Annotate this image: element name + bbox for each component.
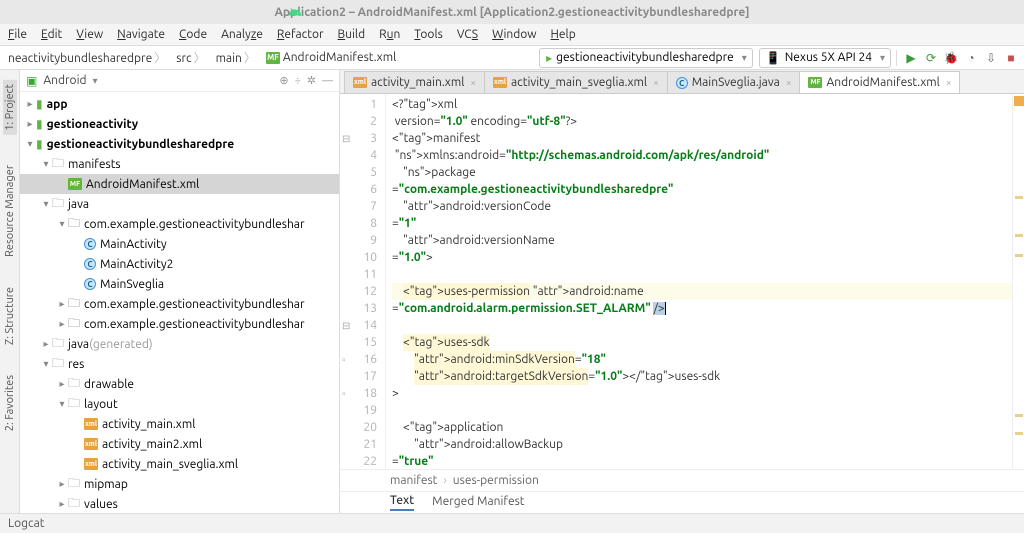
menu-analyze[interactable]: Analyze <box>221 28 263 41</box>
editor-tab-activity-main[interactable]: xmlactivity_main.xml× <box>344 71 485 93</box>
crumb-src[interactable]: src <box>172 49 209 66</box>
code-editor[interactable]: <?"tag">xml version="1.0" encoding="utf-… <box>386 94 1012 469</box>
tree-manifest-file[interactable]: MFAndroidManifest.xml <box>20 174 339 194</box>
run-config-icon: ▸ <box>546 51 552 65</box>
tree-drawable[interactable]: ▸🗀drawable <box>20 374 339 394</box>
menu-window[interactable]: Window <box>492 28 536 41</box>
tree-module-gabs[interactable]: ▾▮gestioneactivitybundlesharedpre <box>20 134 339 154</box>
menu-view[interactable]: View <box>76 28 103 41</box>
run-config-label: gestioneactivitybundlesharedpre <box>556 51 734 64</box>
view-dropdown-icon[interactable]: ▾ <box>93 75 98 87</box>
gutter-icon[interactable]: ▫ <box>342 351 346 368</box>
device-combo[interactable]: 📱 Nexus 5X API 24 <box>759 48 891 68</box>
crumb-main[interactable]: main <box>212 49 260 66</box>
crumb-module[interactable]: neactivitybundlesharedpre <box>4 49 170 66</box>
editor-tab-manifest[interactable]: MFAndroidManifest.xml× <box>799 71 960 93</box>
crumb-uses-permission[interactable]: uses-permission <box>453 474 539 487</box>
tool-tab-project[interactable]: 1: Project <box>3 80 17 135</box>
close-icon[interactable]: × <box>786 77 792 88</box>
settings-icon[interactable]: ✲ <box>307 74 316 87</box>
tree-java[interactable]: ▾🗀java <box>20 194 339 214</box>
select-opened-file-icon[interactable]: ⊕ <box>279 74 288 87</box>
collapse-all-icon[interactable]: ÷ <box>295 75 301 87</box>
project-tree[interactable]: ▸▮app ▸▮gestioneactivity ▾▮gestioneactiv… <box>20 92 339 513</box>
tree-pkg3[interactable]: ▸🗀com.example.gestioneactivitybundleshar <box>20 314 339 334</box>
tree-values[interactable]: ▸🗀values <box>20 494 339 513</box>
left-tool-gutter: 1: Project Resource Manager Z: Structure… <box>0 70 20 513</box>
editor-tab-activity-sveglia[interactable]: xmlactivity_main_sveglia.xml× <box>484 71 668 93</box>
gutter-icon[interactable]: ▫ <box>342 385 346 402</box>
editor-area: xmlactivity_main.xml× xmlactivity_main_s… <box>340 70 1024 513</box>
project-panel-header: ▣ Android ▾ ⊕ ÷ ✲ — <box>20 70 339 92</box>
tab-merged-manifest[interactable]: Merged Manifest <box>432 495 524 510</box>
close-icon[interactable]: × <box>653 77 659 88</box>
menu-navigate[interactable]: Navigate <box>117 28 165 41</box>
project-view-label[interactable]: Android <box>43 74 86 87</box>
close-icon[interactable]: × <box>946 77 952 88</box>
menu-refactor[interactable]: Refactor <box>277 28 324 41</box>
editor-tabs: xmlactivity_main.xml× xmlactivity_main_s… <box>340 70 1024 94</box>
menu-edit[interactable]: Edit <box>41 28 62 41</box>
attach-button[interactable]: ⇩ <box>982 49 1000 67</box>
tree-mipmap[interactable]: ▸🗀mipmap <box>20 474 339 494</box>
code-body: 1234567891011121314151617181920212223 ⊟ … <box>340 94 1024 469</box>
menu-help[interactable]: Help <box>551 28 576 41</box>
tree-layout-main[interactable]: xmlactivity_main.xml <box>20 414 339 434</box>
tree-module-app[interactable]: ▸▮app <box>20 94 339 114</box>
debug-button[interactable]: 🐞 <box>942 49 960 67</box>
profiler-button[interactable]: ◔ <box>962 49 980 67</box>
tab-text[interactable]: Text <box>390 494 414 511</box>
tool-tab-resource-manager[interactable]: Resource Manager <box>4 165 16 257</box>
android-icon <box>288 5 302 19</box>
tool-tab-logcat[interactable]: Logcat <box>8 517 44 530</box>
menu-run[interactable]: Run <box>379 28 400 41</box>
menu-bar: File Edit View Navigate Code Analyze Ref… <box>0 24 1024 46</box>
android-view-icon: ▣ <box>26 74 37 88</box>
tree-layout[interactable]: ▾🗀layout <box>20 394 339 414</box>
tree-module-ga[interactable]: ▸▮gestioneactivity <box>20 114 339 134</box>
tree-layout-main2[interactable]: xmlactivity_main2.xml <box>20 434 339 454</box>
xml-file-icon: MF <box>266 52 280 64</box>
line-gutter[interactable]: 1234567891011121314151617181920212223 ⊟ … <box>340 94 386 469</box>
project-panel: ▣ Android ▾ ⊕ ÷ ✲ — ▸▮app ▸▮gestioneacti… <box>20 70 340 513</box>
tool-tab-favorites[interactable]: 2: Favorites <box>4 375 16 431</box>
tree-java-generated[interactable]: ▸🗀java (generated) <box>20 334 339 354</box>
tree-class-mainactivity2[interactable]: CMainActivity2 <box>20 254 339 274</box>
device-label: Nexus 5X API 24 <box>785 51 872 64</box>
menu-file[interactable]: File <box>8 28 27 41</box>
menu-build[interactable]: Build <box>338 28 366 41</box>
inspection-indicator-icon[interactable] <box>1014 96 1024 106</box>
tree-layout-sveglia[interactable]: xmlactivity_main_sveglia.xml <box>20 454 339 474</box>
menu-vcs[interactable]: VCS <box>457 28 478 41</box>
navigation-toolbar: neactivitybundlesharedpre src main MFAnd… <box>0 46 1024 70</box>
window-title: Application2 – AndroidManifest.xml [Appl… <box>274 6 749 19</box>
device-icon: 📱 <box>766 51 781 65</box>
stop-button[interactable]: ■ <box>1002 49 1020 67</box>
tree-class-mainsveglia[interactable]: CMainSveglia <box>20 274 339 294</box>
tree-manifests[interactable]: ▾🗀manifests <box>20 154 339 174</box>
editor-breadcrumbs[interactable]: manifest › uses-permission <box>340 469 1024 491</box>
tree-pkg1[interactable]: ▾🗀com.example.gestioneactivitybundleshar <box>20 214 339 234</box>
hide-panel-icon[interactable]: — <box>322 75 333 87</box>
workspace: 1: Project Resource Manager Z: Structure… <box>0 70 1024 513</box>
tool-tab-structure[interactable]: Z: Structure <box>4 287 16 345</box>
error-stripe[interactable] <box>1012 94 1024 469</box>
crumb-manifest[interactable]: manifest <box>390 474 437 487</box>
run-button[interactable]: ▶ <box>902 49 920 67</box>
apply-changes-button[interactable]: ⟳ <box>922 49 940 67</box>
crumb-file[interactable]: MFAndroidManifest.xml <box>262 51 400 64</box>
run-config-combo[interactable]: ▸ gestioneactivitybundlesharedpre <box>539 48 753 68</box>
tree-class-mainactivity[interactable]: CMainActivity <box>20 234 339 254</box>
tree-pkg2[interactable]: ▸🗀com.example.gestioneactivitybundleshar <box>20 294 339 314</box>
status-bar: Logcat <box>0 513 1024 533</box>
menu-code[interactable]: Code <box>179 28 207 41</box>
window-titlebar: Application2 – AndroidManifest.xml [Appl… <box>0 0 1024 24</box>
crumb-file-label: AndroidManifest.xml <box>283 51 396 64</box>
tree-res[interactable]: ▾🗀res <box>20 354 339 374</box>
editor-tab-mainsveglia-java[interactable]: CMainSveglia.java× <box>667 71 801 93</box>
close-icon[interactable]: × <box>470 77 476 88</box>
menu-tools[interactable]: Tools <box>414 28 443 41</box>
editor-bottom-tabs: Text Merged Manifest <box>340 491 1024 513</box>
